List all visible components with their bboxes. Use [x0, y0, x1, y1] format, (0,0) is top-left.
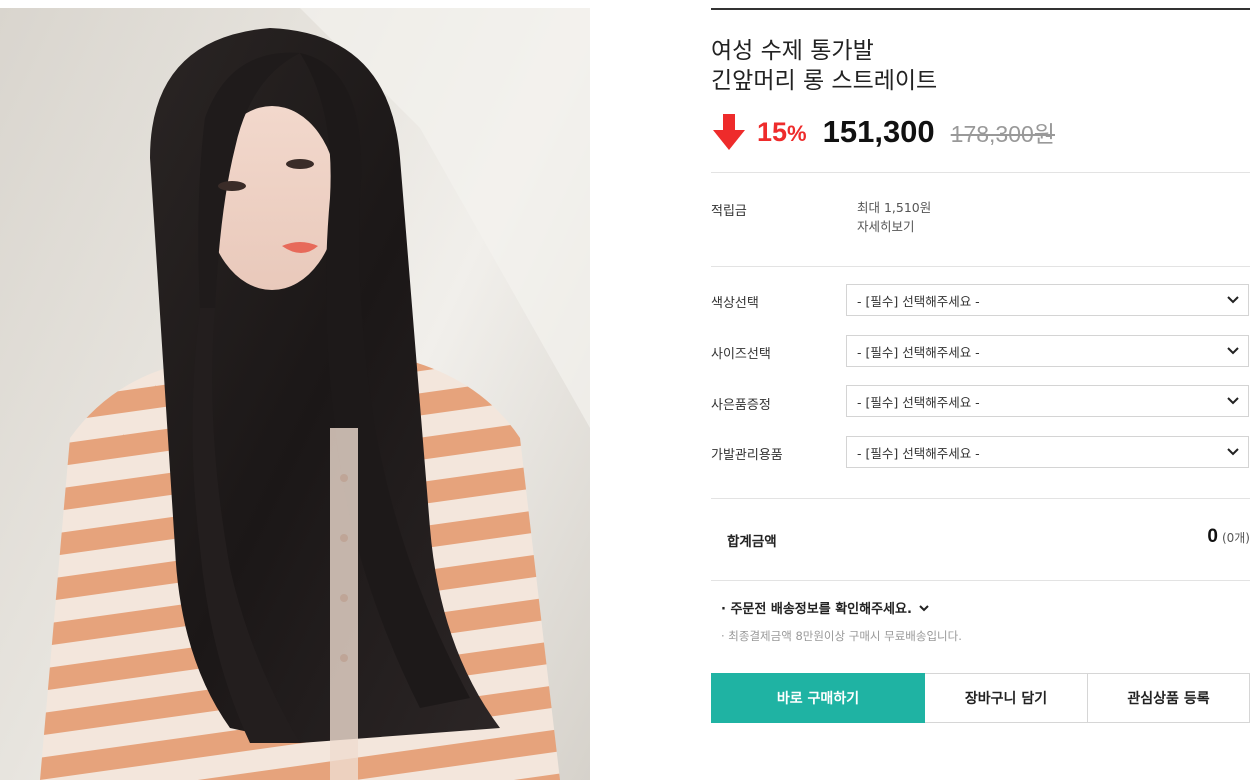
option-label-size: 사이즈선택	[711, 347, 771, 362]
arrow-down-icon	[713, 114, 745, 150]
product-photo-illustration	[40, 8, 590, 780]
reward-info: 최대 1,510원 자세히보기	[857, 198, 931, 236]
chevron-down-icon	[1227, 448, 1239, 456]
chevron-down-icon	[1227, 296, 1239, 304]
discount-value: 15	[757, 116, 788, 147]
shipping-notice-toggle[interactable]: · 주문전 배송정보를 확인해주세요.	[721, 598, 930, 617]
buy-now-button[interactable]: 바로 구매하기	[711, 673, 925, 723]
size-select[interactable]: - [필수] 선택해주세요 -	[846, 335, 1249, 367]
chevron-down-icon	[919, 604, 929, 611]
care-select[interactable]: - [필수] 선택해주세요 -	[846, 436, 1249, 468]
discount-rate: 15%	[757, 117, 807, 148]
shipping-sub-text: · 최종결제금액 8만원이상 구매시 무료배송입니다.	[721, 629, 962, 643]
option-label-color: 색상선택	[711, 296, 759, 311]
percent-sign: %	[787, 120, 807, 146]
product-title: 여성 수제 통가발 긴앞머리 롱 스트레이트	[711, 36, 937, 96]
gift-select-value: - [필수] 선택해주세요 -	[857, 394, 980, 410]
chevron-down-icon	[1227, 347, 1239, 355]
color-select[interactable]: - [필수] 선택해주세요 -	[846, 284, 1249, 316]
top-divider	[711, 8, 1250, 10]
option-label-gift: 사은품증정	[711, 398, 771, 413]
care-select-value: - [필수] 선택해주세요 -	[857, 445, 980, 461]
color-select-value: - [필수] 선택해주세요 -	[857, 293, 980, 309]
reward-label: 적립금	[711, 204, 747, 219]
chevron-down-icon	[1227, 397, 1239, 405]
total-amount: 0	[1207, 526, 1218, 547]
reward-detail-link[interactable]: 자세히보기	[857, 217, 931, 236]
option-label-care: 가발관리용품	[711, 448, 783, 463]
total-label: 합계금액	[727, 534, 777, 550]
shipping-notice-text: · 주문전 배송정보를 확인해주세요.	[721, 602, 912, 617]
price-row: 15% 151,300 178,300원	[711, 110, 1055, 154]
add-to-wishlist-button[interactable]: 관심상품 등록	[1087, 673, 1250, 723]
product-title-line2: 긴앞머리 롱 스트레이트	[711, 68, 938, 94]
divider	[711, 498, 1250, 499]
original-price: 178,300원	[950, 121, 1055, 147]
total-value: 0 (0개)	[1207, 526, 1250, 548]
gift-select[interactable]: - [필수] 선택해주세요 -	[846, 385, 1249, 417]
product-image	[0, 8, 590, 780]
product-title-line1: 여성 수제 통가발	[711, 38, 874, 64]
add-to-cart-button[interactable]: 장바구니 담기	[925, 673, 1088, 723]
divider	[711, 580, 1250, 581]
sale-price: 151,300	[822, 114, 935, 149]
product-detail-panel: 여성 수제 통가발 긴앞머리 롱 스트레이트 15% 151,300 178,3…	[711, 8, 1250, 778]
total-count: (0개)	[1221, 531, 1250, 545]
reward-value: 최대 1,510원	[857, 200, 932, 215]
divider	[711, 266, 1250, 267]
size-select-value: - [필수] 선택해주세요 -	[857, 344, 980, 360]
divider	[711, 172, 1250, 173]
